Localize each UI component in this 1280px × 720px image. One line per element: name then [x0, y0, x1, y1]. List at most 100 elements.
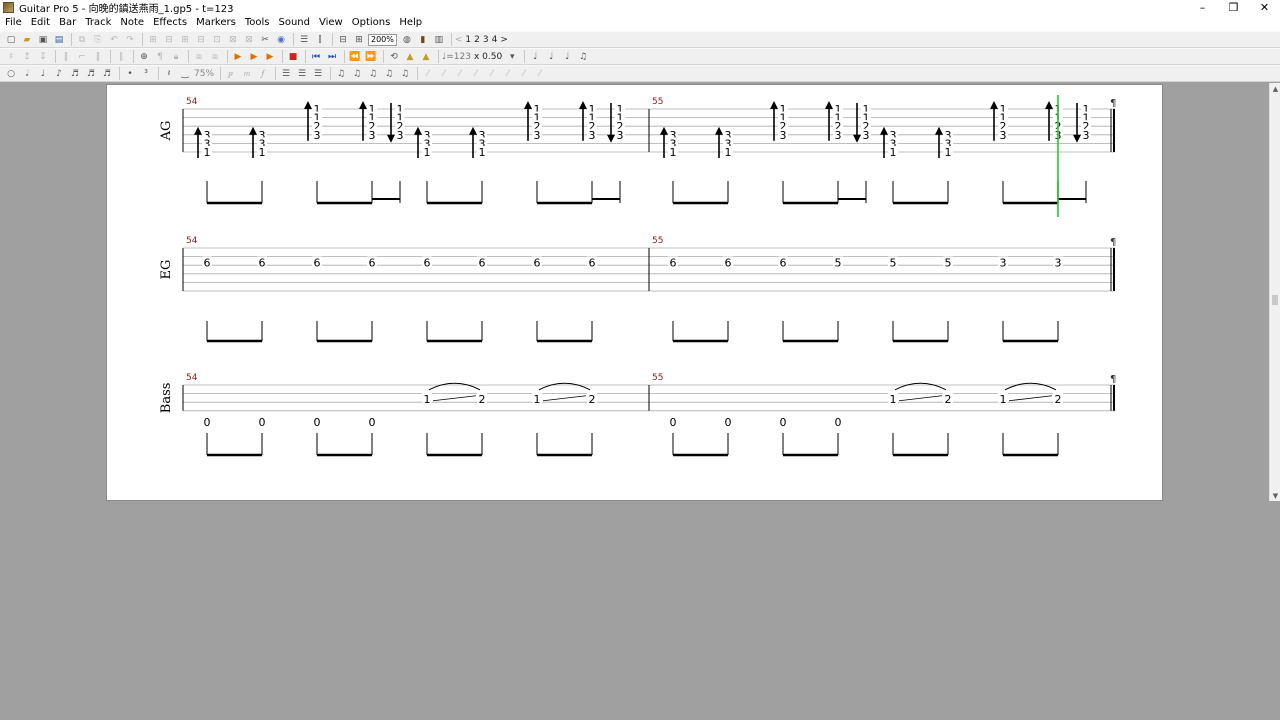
menu-track[interactable]: Track	[80, 15, 115, 31]
mixer-icon[interactable]: ◉	[274, 33, 288, 46]
transpose-down-icon[interactable]: ♩	[544, 50, 558, 63]
marker-icon[interactable]: ⧈	[192, 50, 206, 63]
velocity-display[interactable]: 75%	[194, 69, 214, 79]
slide-icon[interactable]: ⁄	[517, 67, 531, 80]
print-icon[interactable]: ▤	[52, 33, 66, 46]
page-next[interactable]: >	[500, 35, 508, 45]
half-note-icon[interactable]: 𝅗𝅥	[20, 67, 34, 80]
page-3[interactable]: 3	[483, 35, 489, 45]
add-track-icon[interactable]: ⊞	[178, 33, 192, 46]
dynamic-icon[interactable]: 𝆏	[224, 67, 238, 80]
chevron-down-icon[interactable]: ▾	[505, 50, 519, 63]
zoom-in-icon[interactable]: ⊞	[352, 33, 366, 46]
menu-sound[interactable]: Sound	[273, 15, 314, 31]
menu-bar[interactable]: Bar	[54, 15, 80, 31]
slide-icon[interactable]: ⁄	[437, 67, 451, 80]
page-2[interactable]: 2	[474, 35, 480, 45]
select-icon[interactable]: ♩	[560, 50, 574, 63]
lyrics-icon[interactable]: ☰	[295, 67, 309, 80]
bar-properties-icon[interactable]: ⊠	[226, 33, 240, 46]
menu-edit[interactable]: Edit	[26, 15, 54, 31]
zoom-select[interactable]: 200%	[368, 33, 397, 46]
note-effect-icon[interactable]: ♫	[382, 67, 396, 80]
countdown-icon[interactable]: ▲	[419, 50, 433, 63]
menu-file[interactable]: File	[0, 15, 26, 31]
note-up-icon[interactable]: ↥	[20, 50, 34, 63]
play-loop-icon[interactable]: ▶	[263, 50, 277, 63]
remove-track-icon[interactable]: ⊟	[194, 33, 208, 46]
voice-icon[interactable]: ♯	[4, 50, 18, 63]
undo-icon[interactable]: ↶	[107, 33, 121, 46]
lock-icon[interactable]: 🔒︎	[169, 50, 183, 63]
fretboard-icon[interactable]: ◍	[400, 33, 414, 46]
note-effect-icon[interactable]: ♫	[366, 67, 380, 80]
note-effect-icon[interactable]: ♫	[334, 67, 348, 80]
rewind-icon[interactable]: ⏪	[348, 50, 362, 63]
thirty-second-note-icon[interactable]: ♬	[84, 67, 98, 80]
copy-icon[interactable]: ⧉	[75, 33, 89, 46]
score-page[interactable]: ¶ AG 54 55 ¶ EG 54 55 ¶ Bass 54 55 3 3 1 3 3 1 1 1 2 3 1 1 2 3 1 1 2…	[106, 84, 1163, 501]
page-4[interactable]: 4	[492, 35, 498, 45]
slide-icon[interactable]: ⁄	[485, 67, 499, 80]
slide-icon[interactable]: ⁄	[453, 67, 467, 80]
note-effect-icon[interactable]: ♫	[398, 67, 412, 80]
slide-icon[interactable]: ⁄	[421, 67, 435, 80]
keyboard-icon[interactable]: ▥	[432, 33, 446, 46]
dynamic-icon[interactable]: 𝆑	[256, 67, 270, 80]
insert-bar-icon[interactable]: ⊞	[146, 33, 160, 46]
page-view-icon[interactable]: ☰	[297, 33, 311, 46]
slide-icon[interactable]: ⁄	[469, 67, 483, 80]
eighth-note-icon[interactable]: ♪	[52, 67, 66, 80]
loop-icon[interactable]: ⟲	[387, 50, 401, 63]
repeat-close-icon[interactable]: ‖	[91, 50, 105, 63]
close-button[interactable]: ✕	[1249, 0, 1280, 15]
alt-ending-icon[interactable]: ⌐	[75, 50, 89, 63]
open-folder-icon[interactable]: ▰	[20, 33, 34, 46]
play-icon[interactable]: ▶	[247, 50, 261, 63]
last-bar-icon[interactable]: ⏭	[325, 50, 339, 63]
maximize-button[interactable]: ❐	[1218, 0, 1249, 15]
delete-bar-icon[interactable]: ⊟	[162, 33, 176, 46]
slide-icon[interactable]: ⁄	[501, 67, 515, 80]
slide-icon[interactable]: ⁄	[533, 67, 547, 80]
chord-diagram-icon[interactable]: ☰	[311, 67, 325, 80]
page-1[interactable]: 1	[465, 35, 471, 45]
stop-icon[interactable]: ■	[286, 50, 300, 63]
double-bar-icon[interactable]: ∥	[114, 50, 128, 63]
track-properties-icon[interactable]: ⊡	[210, 33, 224, 46]
scroll-up-icon[interactable]: ▲	[1270, 83, 1280, 94]
first-bar-icon[interactable]: ⏮	[309, 50, 323, 63]
multi-icon[interactable]: ♫	[576, 50, 590, 63]
play-from-start-icon[interactable]: ▶	[231, 50, 245, 63]
paste-icon[interactable]: ⎘	[91, 33, 105, 46]
menu-view[interactable]: View	[314, 15, 347, 31]
tie-icon[interactable]: ‿	[178, 67, 192, 80]
sixty-fourth-note-icon[interactable]: ♬	[100, 67, 114, 80]
redo-icon[interactable]: ↷	[123, 33, 137, 46]
tab-score[interactable]: ¶AG54 55¶EG54 55¶Bass54 5533133111231123112…	[107, 85, 1162, 500]
screen-view-icon[interactable]: ⫿	[313, 33, 327, 46]
new-file-icon[interactable]: ▢	[4, 33, 18, 46]
whole-note-icon[interactable]: ○	[4, 67, 18, 80]
key-signature-icon[interactable]: ⊕	[137, 50, 151, 63]
metronome-icon[interactable]: ▲	[403, 50, 417, 63]
menu-help[interactable]: Help	[394, 15, 426, 31]
repeat-open-icon[interactable]: ‖	[59, 50, 73, 63]
note-effect-icon[interactable]: ♫	[350, 67, 364, 80]
speed-select[interactable]: x 0.50	[474, 52, 502, 62]
zoom-out-icon[interactable]: ⊟	[336, 33, 350, 46]
quarter-note-icon[interactable]: ♩	[36, 67, 50, 80]
marker-edit-icon[interactable]: ⧈	[208, 50, 222, 63]
section-icon[interactable]: ¶	[153, 50, 167, 63]
scroll-down-icon[interactable]: ▼	[1270, 490, 1280, 501]
transpose-up-icon[interactable]: ♩	[528, 50, 542, 63]
dotted-icon[interactable]: •	[123, 67, 137, 80]
guitar-icon[interactable]: ▮	[416, 33, 430, 46]
tuner-icon[interactable]: ✂	[258, 33, 272, 46]
scroll-thumb[interactable]	[1272, 295, 1278, 305]
rest-icon[interactable]: 𝄽	[162, 67, 176, 80]
triplet-icon[interactable]: ³	[139, 67, 153, 80]
chord-icon[interactable]: ⊠	[242, 33, 256, 46]
menu-note[interactable]: Note	[115, 15, 148, 31]
sixteenth-note-icon[interactable]: ♬	[68, 67, 82, 80]
